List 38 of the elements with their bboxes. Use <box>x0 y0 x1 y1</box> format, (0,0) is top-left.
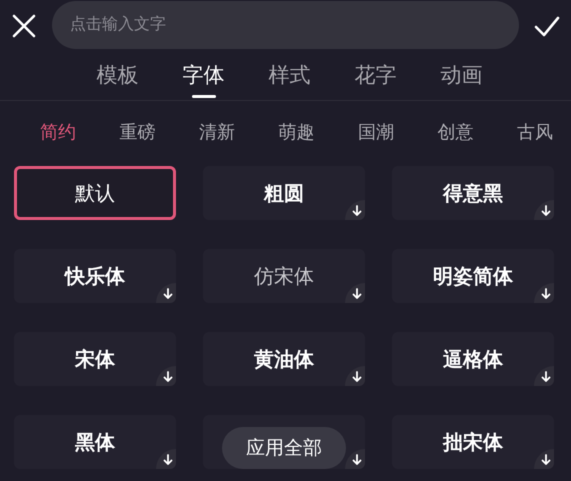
font-name: 黑体 <box>75 428 115 456</box>
tab[interactable]: 样式 <box>268 57 310 95</box>
category-tab[interactable]: 清新 <box>199 120 235 144</box>
category-tab[interactable]: 创意 <box>438 120 474 144</box>
font-option-card[interactable]: 应用全部 <box>203 415 365 469</box>
category-tab[interactable]: 简约 <box>40 120 76 144</box>
font-option-card[interactable]: 仿宋体 <box>203 249 365 303</box>
font-name: 快乐体 <box>65 262 125 290</box>
tab[interactable]: 花字 <box>354 57 396 95</box>
font-option-card[interactable]: 明姿简体 <box>392 249 554 303</box>
font-name: 明姿简体 <box>433 262 513 290</box>
font-name: 默认 <box>75 180 115 206</box>
font-option-card[interactable]: 默认 <box>14 166 176 220</box>
font-name: 逼格体 <box>443 346 503 372</box>
category-tab[interactable]: 国潮 <box>358 120 394 144</box>
font-option-card[interactable]: 黑体 <box>14 415 176 469</box>
font-name: 宋体 <box>75 346 115 372</box>
font-name: 得意黑 <box>443 180 503 206</box>
font-name: 粗圆 <box>264 180 304 206</box>
font-option-card[interactable]: 得意黑 <box>392 166 554 220</box>
font-option-card[interactable]: 粗圆 <box>203 166 365 220</box>
apply-all-button[interactable]: 应用全部 <box>222 427 346 469</box>
font-name: 仿宋体 <box>254 262 314 290</box>
category-tab[interactable]: 萌趣 <box>278 120 314 144</box>
font-name: 黄油体 <box>254 346 314 372</box>
font-option-card[interactable]: 逼格体 <box>392 332 554 386</box>
font-option-card[interactable]: 宋体 <box>14 332 176 386</box>
category-tab[interactable]: 古风 <box>517 120 553 144</box>
tab[interactable]: 字体 <box>182 57 224 95</box>
font-option-card[interactable]: 黄油体 <box>203 332 365 386</box>
font-option-card[interactable]: 快乐体 <box>14 249 176 303</box>
font-name: 拙宋体 <box>443 428 503 456</box>
close-icon[interactable] <box>10 12 38 40</box>
text-input-field[interactable]: 点击输入文字 <box>52 1 519 49</box>
tab[interactable]: 动画 <box>440 57 482 95</box>
font-option-card[interactable]: 拙宋体 <box>392 415 554 469</box>
tab[interactable]: 模板 <box>96 57 138 95</box>
category-tab[interactable]: 重磅 <box>120 120 156 144</box>
